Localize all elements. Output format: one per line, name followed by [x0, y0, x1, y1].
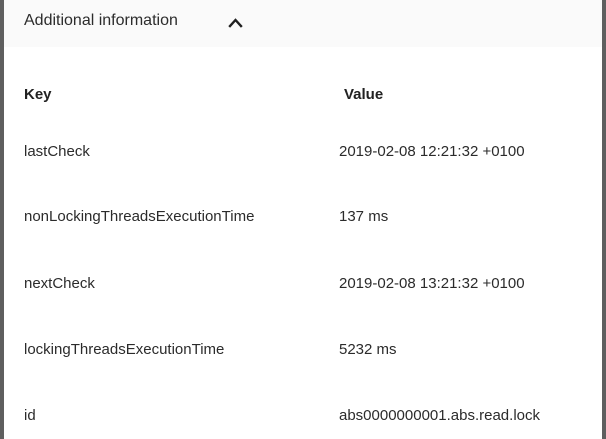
- row-key: id: [24, 407, 36, 424]
- row-value: 5232 ms: [339, 341, 397, 358]
- additional-information-toggle[interactable]: Additional information: [4, 0, 602, 47]
- row-value: 2019-02-08 12:21:32 +0100: [339, 143, 525, 160]
- row-key: nextCheck: [24, 275, 95, 292]
- row-value: abs0000000001.abs.read.lock: [339, 407, 540, 424]
- right-border: [602, 0, 606, 439]
- table-row: nonLockingThreadsExecutionTime 137 ms: [4, 196, 602, 240]
- table-row: nextCheck 2019-02-08 13:21:32 +0100: [4, 263, 602, 307]
- table-row: lastCheck 2019-02-08 12:21:32 +0100: [4, 131, 602, 175]
- table-header: Key Value: [4, 71, 602, 117]
- row-key: lockingThreadsExecutionTime: [24, 341, 225, 358]
- row-key: nonLockingThreadsExecutionTime: [24, 208, 255, 225]
- row-value: 2019-02-08 13:21:32 +0100: [339, 275, 525, 292]
- row-value: 137 ms: [339, 208, 389, 225]
- chevron-up-icon[interactable]: [228, 17, 243, 28]
- section-title: Additional information: [24, 12, 178, 29]
- table-row: lockingThreadsExecutionTime 5232 ms: [4, 329, 602, 373]
- additional-information-panel: Additional information Key Value lastChe…: [0, 0, 606, 439]
- value-column-header: Value: [344, 86, 384, 103]
- key-column-header: Key: [24, 86, 52, 103]
- table-row: id abs0000000001.abs.read.lock: [4, 395, 602, 439]
- row-key: lastCheck: [24, 143, 90, 160]
